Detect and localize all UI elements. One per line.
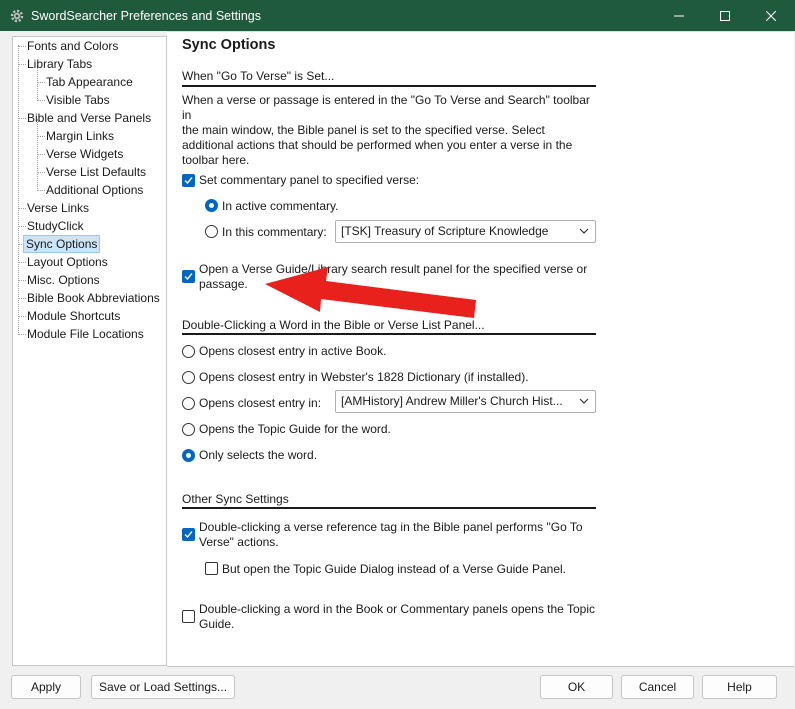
maximize-icon xyxy=(720,10,730,21)
tree-item-bible-and-verse-panels[interactable]: Bible and Verse Panels xyxy=(25,109,153,127)
maximize-button[interactable] xyxy=(702,0,748,31)
cancel-button[interactable]: Cancel xyxy=(621,675,694,699)
in-active-commentary-radio[interactable] xyxy=(205,199,218,212)
tree-item-bible-book-abbreviations[interactable]: Bible Book Abbreviations xyxy=(25,289,162,307)
tree-item-margin-links[interactable]: Margin Links xyxy=(44,127,116,145)
checkmark-icon xyxy=(184,531,193,539)
checkmark-icon xyxy=(184,273,193,281)
in-this-commentary-label: In this commentary: xyxy=(222,225,327,239)
in-active-commentary-label: In active commentary. xyxy=(222,199,339,213)
tree-item-misc-options[interactable]: Misc. Options xyxy=(25,271,102,289)
tree-item-layout-options[interactable]: Layout Options xyxy=(25,253,110,271)
tree-item-verse-links[interactable]: Verse Links xyxy=(25,199,91,217)
other-section-heading: Other Sync Settings xyxy=(182,492,289,506)
close-icon xyxy=(766,10,776,21)
topic-guide-label: Opens the Topic Guide for the word. xyxy=(199,422,391,436)
active-book-label: Opens closest entry in active Book. xyxy=(199,344,387,358)
goto-section-heading: When "Go To Verse" is Set... xyxy=(182,69,335,83)
tree-connector xyxy=(18,45,19,335)
apply-button[interactable]: Apply xyxy=(11,675,81,699)
websters-radio[interactable] xyxy=(182,371,195,384)
title-bar: SwordSearcher Preferences and Settings xyxy=(0,0,795,31)
only-selects-label: Only selects the word. xyxy=(199,448,318,462)
chevron-down-icon xyxy=(579,398,589,404)
tree-item-visible-tabs[interactable]: Visible Tabs xyxy=(44,91,112,109)
minimize-icon xyxy=(674,15,684,16)
tree-item-additional-options[interactable]: Additional Options xyxy=(44,181,145,199)
tree-item-module-shortcuts[interactable]: Module Shortcuts xyxy=(25,307,122,325)
goto-description: When a verse or passage is entered in th… xyxy=(182,93,590,167)
word-topic-guide-checkbox[interactable] xyxy=(182,610,195,623)
minimize-button[interactable] xyxy=(656,0,702,31)
dialog-client: Fonts and Colors Library Tabs Tab Appear… xyxy=(1,31,794,708)
verse-ref-goto-label: Double-clicking a verse reference tag in… xyxy=(199,520,583,549)
tree-item-studyclick[interactable]: StudyClick xyxy=(25,217,86,235)
section-divider xyxy=(182,507,596,509)
websters-label: Opens closest entry in Webster's 1828 Di… xyxy=(199,370,529,384)
word-topic-guide-label: Double-clicking a word in the Book or Co… xyxy=(199,602,595,631)
tree-connector xyxy=(37,119,38,191)
sync-options-panel: Sync Options When "Go To Verse" is Set..… xyxy=(167,31,794,667)
save-load-settings-button[interactable]: Save or Load Settings... xyxy=(91,675,235,699)
tree-item-library-tabs[interactable]: Library Tabs xyxy=(25,55,94,73)
active-book-radio[interactable] xyxy=(182,345,195,358)
only-selects-radio[interactable] xyxy=(182,449,195,462)
tree-item-module-file-locations[interactable]: Module File Locations xyxy=(25,325,146,343)
checkmark-icon xyxy=(184,177,193,185)
in-this-commentary-radio[interactable] xyxy=(205,225,218,238)
set-commentary-checkbox[interactable] xyxy=(182,174,195,187)
close-button[interactable] xyxy=(748,0,794,31)
help-button[interactable]: Help xyxy=(702,675,777,699)
ok-button[interactable]: OK xyxy=(540,675,613,699)
topic-guide-dialog-label: But open the Topic Guide Dialog instead … xyxy=(222,562,567,576)
entry-in-radio[interactable] xyxy=(182,397,195,410)
settings-tree[interactable]: Fonts and Colors Library Tabs Tab Appear… xyxy=(12,36,167,666)
entry-book-select[interactable]: [AMHistory] Andrew Miller's Church Hist.… xyxy=(335,390,596,413)
tree-item-verse-widgets[interactable]: Verse Widgets xyxy=(44,145,125,163)
page-title: Sync Options xyxy=(182,37,276,53)
open-verse-guide-checkbox[interactable] xyxy=(182,270,195,283)
tree-item-tab-appearance[interactable]: Tab Appearance xyxy=(44,73,135,91)
commentary-select[interactable]: [TSK] Treasury of Scripture Knowledge xyxy=(335,220,596,243)
gear-icon[interactable] xyxy=(9,8,25,24)
set-commentary-label: Set commentary panel to specified verse: xyxy=(199,173,420,187)
chevron-down-icon xyxy=(579,228,589,234)
tree-item-fonts-and-colors[interactable]: Fonts and Colors xyxy=(25,37,120,55)
topic-guide-dialog-checkbox[interactable] xyxy=(205,562,218,575)
annotation-arrow xyxy=(265,267,476,318)
verse-ref-goto-checkbox[interactable] xyxy=(182,528,195,541)
tree-item-sync-options[interactable]: Sync Options xyxy=(23,235,101,253)
entry-in-label: Opens closest entry in: xyxy=(199,396,322,410)
section-divider xyxy=(182,85,596,87)
topic-guide-radio[interactable] xyxy=(182,423,195,436)
window-title: SwordSearcher Preferences and Settings xyxy=(31,8,261,23)
tree-item-verse-list-defaults[interactable]: Verse List Defaults xyxy=(44,163,148,181)
